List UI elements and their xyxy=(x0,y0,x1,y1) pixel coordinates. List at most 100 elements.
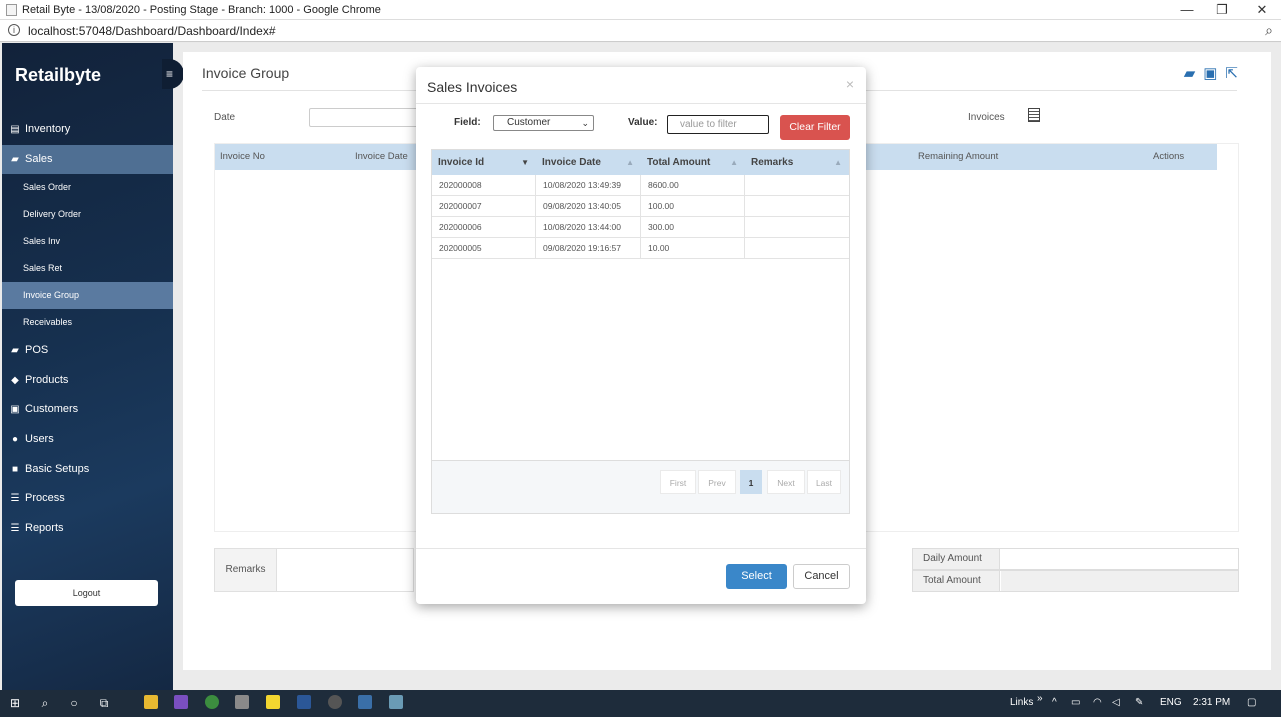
cancel-button[interactable]: Cancel xyxy=(793,564,850,589)
total-amount-label: Total Amount xyxy=(913,571,1000,591)
sidebar-item-sales[interactable]: ▰ Sales xyxy=(2,144,173,175)
sidebar-item-label: Process xyxy=(25,492,65,505)
visual-studio-icon[interactable] xyxy=(174,695,188,709)
value-filter-input[interactable] xyxy=(667,115,769,134)
cell-total-amount: 300.00 xyxy=(641,217,745,238)
pager-last-button[interactable]: Last xyxy=(807,470,841,494)
sidebar-item-customers[interactable]: ▣ Customers xyxy=(2,395,173,425)
sidebar-item-label: Customers xyxy=(25,403,79,416)
sidebar-item-basic-setups[interactable]: ■ Basic Setups xyxy=(2,455,173,485)
chevron-up-icon[interactable]: ^ xyxy=(1052,697,1057,708)
daily-amount-input[interactable] xyxy=(1001,549,1238,569)
table-row[interactable]: 202000008 10/08/2020 13:49:39 8600.00 xyxy=(432,175,849,196)
sidebar-subitem-sales-ret[interactable]: Sales Ret xyxy=(2,255,173,282)
field-select[interactable]: Customer ⌄ xyxy=(493,115,594,131)
sidebar-item-process[interactable]: ☰ Process xyxy=(2,484,173,514)
windows-start-icon[interactable]: ⊞ xyxy=(7,695,23,711)
tools-icon[interactable] xyxy=(235,695,249,709)
table-row[interactable]: 202000007 09/08/2020 13:40:05 100.00 xyxy=(432,196,849,217)
restore-button[interactable]: ❐ xyxy=(1202,1,1242,19)
col-total-amount[interactable]: Total Amount ▲ xyxy=(641,150,745,175)
save-icon: ■ xyxy=(11,463,19,475)
user-icon: ● xyxy=(11,433,19,445)
date-input[interactable] xyxy=(309,108,429,127)
open-folder-icon[interactable]: ▰ xyxy=(1184,65,1204,82)
sticky-notes-icon[interactable] xyxy=(266,695,280,709)
cell-invoice-date: 09/08/2020 19:16:57 xyxy=(536,238,641,259)
col-actions: Actions xyxy=(1153,151,1185,162)
pager-prev-button[interactable]: Prev xyxy=(698,470,736,494)
cell-invoice-date: 10/08/2020 13:49:39 xyxy=(536,175,641,196)
cell-remarks xyxy=(745,217,849,238)
pager-first-button[interactable]: First xyxy=(660,470,696,494)
cell-remarks xyxy=(745,238,849,259)
taskbar: ⊞ ⌕ ○ ⧉ Links » ^ ▭ ◠ ◁ ✎ ENG 2:31 PM ▢ xyxy=(0,690,1281,717)
sidebar-subitem-sales-order[interactable]: Sales Order xyxy=(2,174,173,201)
logout-button[interactable]: Logout xyxy=(15,580,158,606)
pager-page-1-button[interactable]: 1 xyxy=(740,470,762,494)
address-bar[interactable]: i localhost:57048/Dashboard/Dashboard/In… xyxy=(0,20,1281,42)
table-row[interactable]: 202000006 10/08/2020 13:44:00 300.00 xyxy=(432,217,849,238)
col-remarks[interactable]: Remarks ▲ xyxy=(745,150,849,175)
address-url[interactable]: localhost:57048/Dashboard/Dashboard/Inde… xyxy=(28,24,276,38)
cell-total-amount: 100.00 xyxy=(641,196,745,217)
sidebar-item-users[interactable]: ● Users xyxy=(2,425,173,455)
col-invoice-no: Invoice No xyxy=(220,151,265,162)
modal-divider xyxy=(416,103,866,104)
pen-icon[interactable]: ✎ xyxy=(1135,697,1143,708)
field-label: Field: xyxy=(454,117,481,128)
wifi-icon[interactable]: ◠ xyxy=(1093,697,1102,708)
total-amount-row: Total Amount xyxy=(912,570,1239,592)
search-icon[interactable]: ⌕ xyxy=(37,695,53,711)
daily-amount-label: Daily Amount xyxy=(913,549,1000,569)
remarks-field[interactable]: Remarks xyxy=(214,548,414,592)
file-explorer-icon[interactable] xyxy=(144,695,158,709)
word-icon[interactable] xyxy=(297,695,311,709)
zoom-icon[interactable]: ⌕ xyxy=(1265,22,1273,39)
sidebar-item-label: Users xyxy=(25,432,54,445)
links-toolbar[interactable]: Links xyxy=(1010,697,1033,708)
pager-next-button[interactable]: Next xyxy=(767,470,805,494)
clock[interactable]: 2:31 PM xyxy=(1193,697,1230,708)
site-info-icon[interactable]: i xyxy=(8,24,20,36)
table-row[interactable]: 202000005 09/08/2020 19:16:57 10.00 xyxy=(432,238,849,259)
chrome-icon[interactable] xyxy=(205,695,219,709)
menu-toggle-icon[interactable]: ≡ xyxy=(162,59,184,89)
app-icon[interactable] xyxy=(389,695,403,709)
sidebar-subitem-delivery-order[interactable]: Delivery Order xyxy=(2,201,173,228)
cell-invoice-id: 202000008 xyxy=(432,175,536,196)
folder-open-icon: ▰ xyxy=(11,153,19,165)
value-label: Value: xyxy=(628,117,658,128)
app-icon[interactable] xyxy=(328,695,342,709)
sidebar-subitem-receivables[interactable]: Receivables xyxy=(2,309,173,336)
modal-close-icon[interactable]: × xyxy=(846,76,854,92)
close-window-button[interactable]: ✕ xyxy=(1242,1,1281,19)
save-icon[interactable]: ▣ xyxy=(1203,65,1225,82)
volume-icon[interactable]: ◁ xyxy=(1112,697,1120,708)
task-view-icon[interactable]: ⧉ xyxy=(96,695,112,711)
sidebar-item-label: Products xyxy=(25,373,69,386)
clear-filter-button[interactable]: Clear Filter xyxy=(780,115,850,140)
external-link-icon[interactable]: ⇱ xyxy=(1225,65,1246,82)
app-icon[interactable] xyxy=(358,695,372,709)
select-button[interactable]: Select xyxy=(726,564,787,589)
chevron-right-icon[interactable]: » xyxy=(1037,693,1043,704)
language-indicator[interactable]: ENG xyxy=(1160,697,1182,708)
battery-icon[interactable]: ▭ xyxy=(1071,697,1080,708)
cortana-icon[interactable]: ○ xyxy=(66,695,82,711)
invoice-list-icon[interactable] xyxy=(1028,108,1040,122)
sidebar-subitem-sales-inv[interactable]: Sales Inv xyxy=(2,228,173,255)
sidebar-subitem-invoice-group[interactable]: Invoice Group xyxy=(2,282,173,310)
notifications-icon[interactable]: ▢ xyxy=(1247,697,1256,708)
col-invoice-date[interactable]: Invoice Date ▲ xyxy=(536,150,641,175)
toolbar: ▰▣⇱ xyxy=(1184,64,1246,82)
col-invoice-id[interactable]: Invoice Id ▼ xyxy=(432,150,536,175)
sidebar-item-inventory[interactable]: ▤ Inventory xyxy=(2,115,173,145)
modal-title: Sales Invoices xyxy=(427,79,518,95)
minimize-button[interactable]: — xyxy=(1167,1,1207,19)
modal-footer-divider xyxy=(416,548,866,549)
sidebar-item-reports[interactable]: ☰ Reports xyxy=(2,514,173,544)
sidebar-item-label: Basic Setups xyxy=(25,462,90,475)
sidebar-item-products[interactable]: ◆ Products xyxy=(2,366,173,396)
sidebar-item-pos[interactable]: ▰ POS xyxy=(2,336,173,366)
